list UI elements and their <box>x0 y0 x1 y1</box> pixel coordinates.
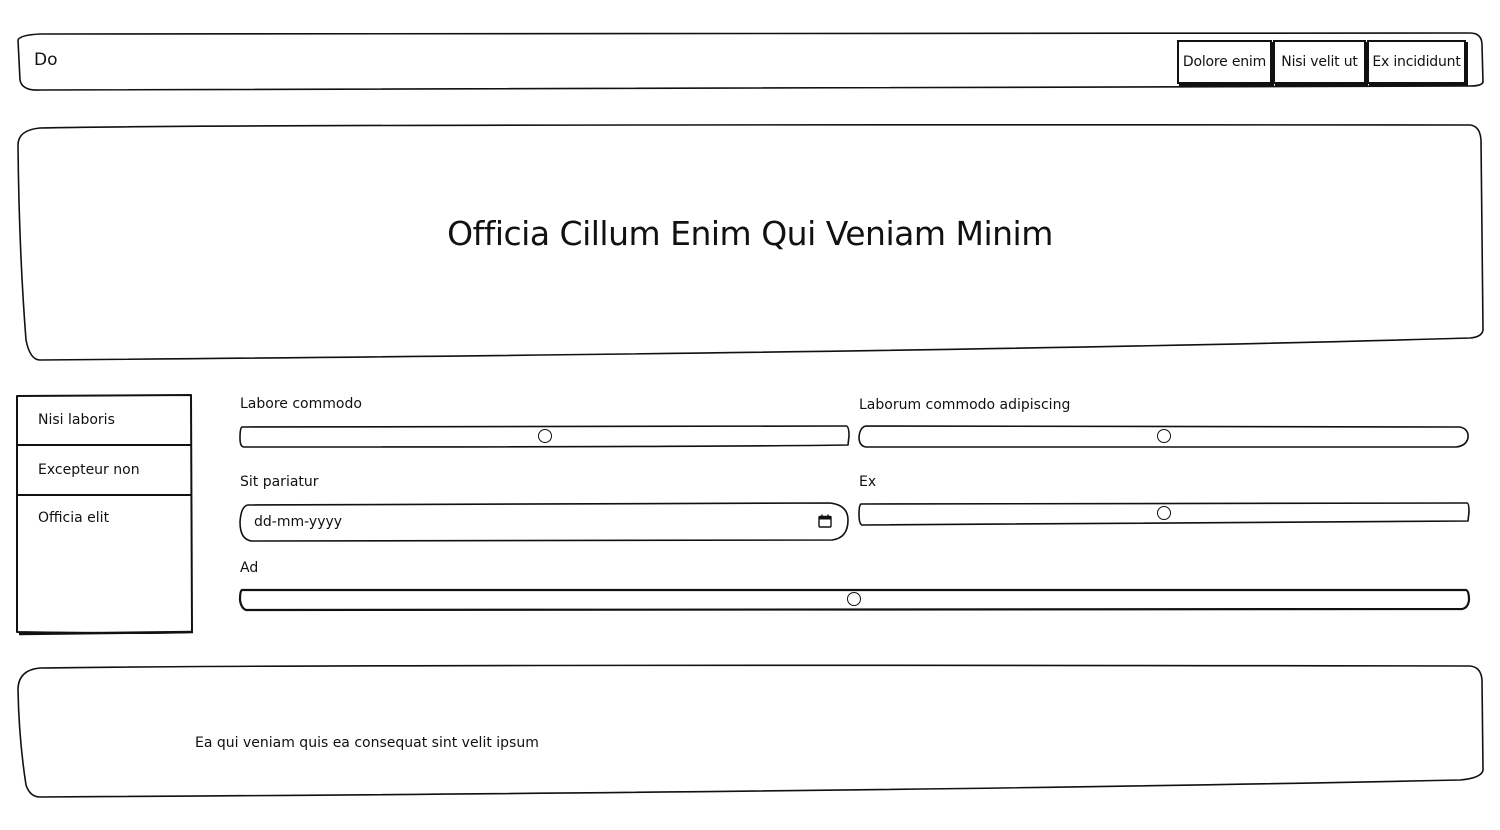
sketch-outlines <box>16 32 1484 798</box>
hero-title: Officia Cillum Enim Qui Veniam Minim <box>447 214 1053 253</box>
ex-label: Ex <box>859 474 877 490</box>
nav-button-nisi-velit-ut[interactable]: Nisi velit ut <box>1273 40 1366 84</box>
ex-slider[interactable] <box>859 503 1469 525</box>
sidebar-item-nisi-laboris[interactable]: Nisi laboris <box>18 396 192 446</box>
footer-text: Ea qui veniam quis ea consequat sint vel… <box>195 735 539 751</box>
ad-slider[interactable] <box>240 590 1469 610</box>
sit-pariatur-label: Sit pariatur <box>240 474 319 490</box>
sidebar-item-excepteur-non[interactable]: Excepteur non <box>18 446 192 496</box>
nav-button-dolore-enim[interactable]: Dolore enim <box>1177 40 1272 84</box>
sidebar-item-label: Officia elit <box>38 510 110 526</box>
labore-commodo-label: Labore commodo <box>240 396 362 412</box>
page: Do Dolore enim Nisi velit ut Ex incididu… <box>0 0 1500 830</box>
ad-label: Ad <box>240 560 259 576</box>
calendar-icon[interactable] <box>818 514 832 528</box>
ad-slider-thumb[interactable] <box>847 592 861 606</box>
nav-button-ex-incididunt[interactable]: Ex incididunt <box>1367 40 1466 84</box>
laborum-commodo-slider-thumb[interactable] <box>1157 429 1171 443</box>
sidebar-item-officia-elit[interactable]: Officia elit <box>18 496 192 546</box>
date-input-placeholder: dd-mm-yyyy <box>254 514 343 530</box>
laborum-commodo-label: Laborum commodo adipiscing <box>859 397 1071 413</box>
labore-commodo-slider-thumb[interactable] <box>538 429 552 443</box>
laborum-commodo-slider[interactable] <box>859 426 1469 447</box>
ex-slider-thumb[interactable] <box>1157 506 1171 520</box>
brand-logo-text[interactable]: Do <box>34 50 58 70</box>
sit-pariatur-date-input[interactable]: dd-mm-yyyy <box>241 504 847 540</box>
labore-commodo-slider[interactable] <box>240 426 849 447</box>
sidebar-item-label: Nisi laboris <box>38 412 115 428</box>
sidebar-item-label: Excepteur non <box>38 462 140 478</box>
